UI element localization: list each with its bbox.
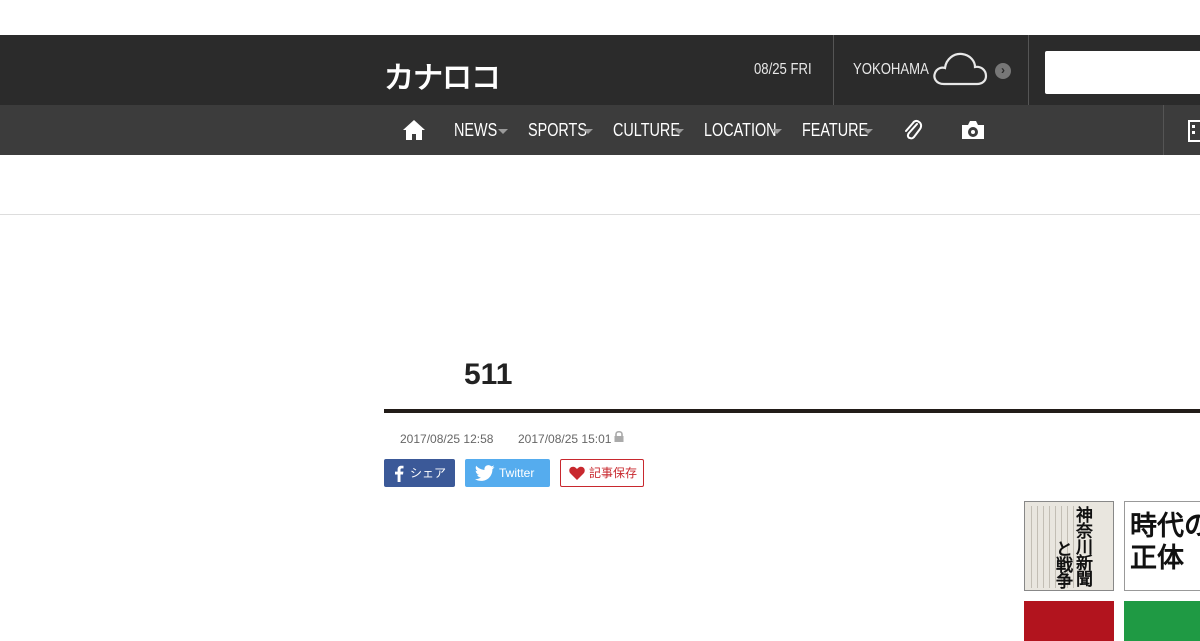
header-date: 08/25 FRI [754, 61, 812, 78]
chevron-down-icon [583, 129, 593, 134]
chevron-down-icon [674, 129, 684, 134]
title-underline [384, 409, 1200, 413]
weather-city: YOKOHAMA [853, 61, 929, 78]
home-icon[interactable] [402, 119, 426, 141]
banner-era-identity[interactable]: 時代の 正体 [1124, 501, 1200, 591]
heart-icon [569, 466, 585, 480]
banner-green[interactable] [1124, 601, 1200, 641]
save-article-button[interactable]: 記事保存 [560, 459, 644, 487]
nav-item-label: SPORTS [528, 120, 587, 140]
nav-item-label: LOCATION [704, 120, 777, 140]
published-date: 2017/08/25 12:58 [400, 432, 494, 446]
main-nav: NEWS SPORTS CULTURE LOCATION FEATURE [0, 105, 1200, 155]
lock-icon [614, 430, 624, 442]
chevron-down-icon [772, 129, 782, 134]
banner-red[interactable] [1024, 601, 1114, 641]
chevron-down-icon [863, 129, 873, 134]
facebook-icon [395, 465, 404, 482]
camera-icon[interactable] [960, 119, 986, 141]
paperclip-icon[interactable] [903, 118, 923, 142]
banner-title: 神奈川新聞 [1072, 506, 1092, 586]
nav-divider [1163, 105, 1164, 155]
updated-date: 2017/08/25 15:01 [518, 432, 612, 446]
banner-subtitle: 正体 [1130, 543, 1184, 574]
building-icon[interactable] [1186, 119, 1200, 143]
site-header: カナロコ 08/25 FRI YOKOHAMA › [0, 35, 1200, 105]
search-input[interactable] [1045, 51, 1200, 94]
header-divider [833, 35, 834, 105]
header-divider [1028, 35, 1029, 105]
twitter-share-button[interactable]: Twitter [465, 459, 550, 487]
banner-title: 時代の [1130, 511, 1200, 542]
twitter-share-label: Twitter [499, 466, 535, 480]
facebook-share-button[interactable]: シェア [384, 459, 455, 487]
chevron-down-icon [498, 129, 508, 134]
cloud-icon [933, 52, 988, 86]
article-title: 511 [464, 358, 513, 391]
banner-subtitle: と戦争 [1052, 540, 1072, 588]
facebook-share-label: シェア [410, 466, 447, 480]
chevron-right-icon[interactable]: › [995, 63, 1011, 79]
header-divider [0, 214, 1200, 215]
banner-kanagawa-war[interactable]: 神奈川新聞 と戦争 [1024, 501, 1114, 591]
nav-item-culture[interactable]: CULTURE [613, 120, 697, 141]
nav-item-label: NEWS [454, 120, 498, 140]
nav-item-label: CULTURE [613, 120, 680, 140]
site-logo[interactable]: カナロコ [384, 53, 501, 97]
nav-item-label: FEATURE [802, 120, 869, 140]
save-article-label: 記事保存 [589, 466, 638, 480]
twitter-icon [475, 465, 495, 481]
